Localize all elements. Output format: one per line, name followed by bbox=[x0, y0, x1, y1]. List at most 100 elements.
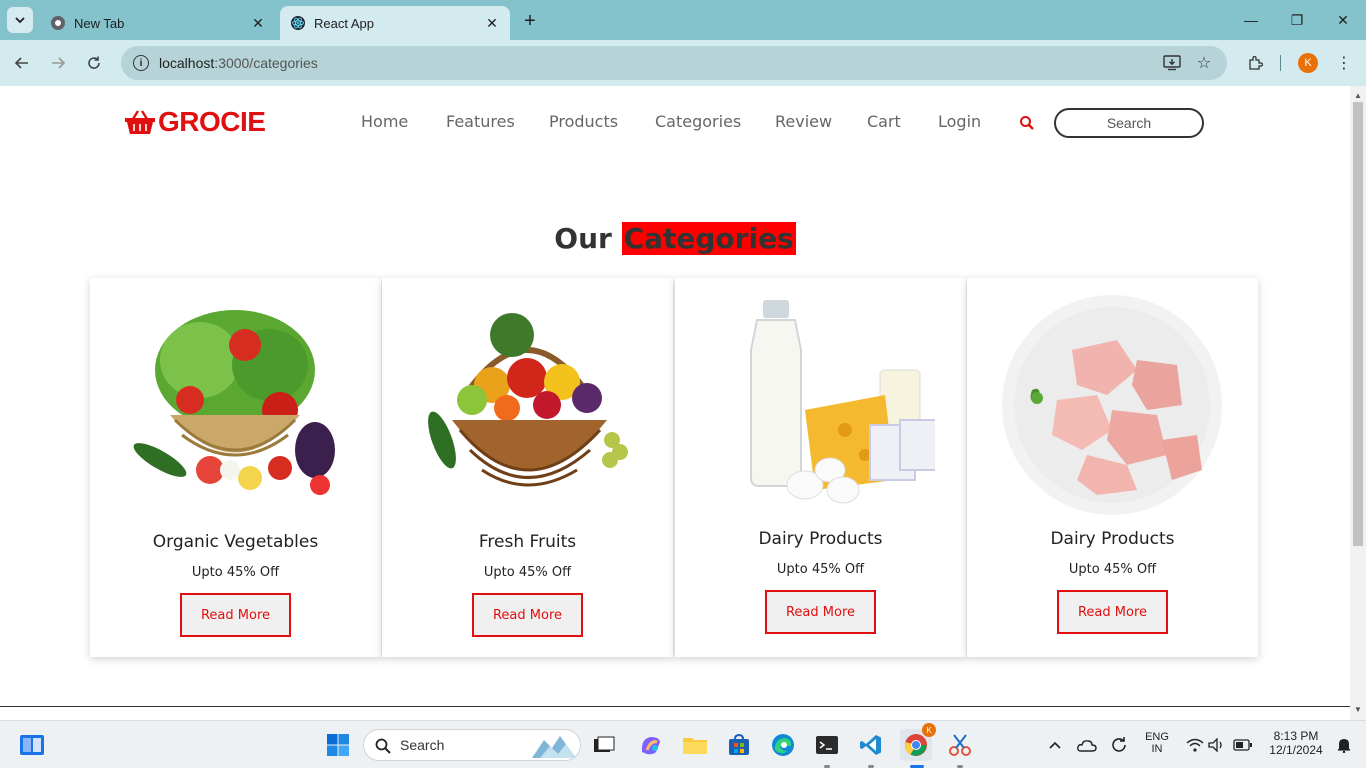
vegetables-basket-image bbox=[133, 310, 335, 495]
minimize-icon[interactable]: — bbox=[1239, 8, 1263, 32]
terminal-icon[interactable] bbox=[813, 731, 841, 759]
tab-new-tab[interactable]: New Tab ✕ bbox=[40, 6, 276, 40]
forward-arrow-icon[interactable] bbox=[44, 49, 72, 77]
page-viewport: GROCIE Home Features Products Categories… bbox=[0, 86, 1350, 720]
copilot-icon[interactable] bbox=[637, 731, 665, 759]
nav-features[interactable]: Features bbox=[446, 112, 515, 131]
input-language[interactable]: ENG IN bbox=[1138, 731, 1176, 755]
tab-title: New Tab bbox=[74, 15, 125, 31]
category-offer: Upto 45% Off bbox=[191, 565, 280, 580]
site-header: GROCIE Home Features Products Categories… bbox=[0, 86, 1350, 158]
page-scrollbar[interactable]: ▲ ▼ bbox=[1350, 86, 1366, 720]
nav-categories[interactable]: Categories bbox=[655, 112, 741, 131]
scrollbar-thumb[interactable] bbox=[1353, 102, 1363, 546]
notifications-icon[interactable] bbox=[1330, 731, 1358, 759]
category-name: Organic Vegetables bbox=[152, 532, 319, 552]
tab-react-app[interactable]: React App ✕ bbox=[280, 6, 510, 40]
profile-avatar[interactable]: K bbox=[1298, 53, 1318, 73]
volume-icon[interactable] bbox=[1203, 731, 1231, 759]
edge-browser-icon[interactable] bbox=[769, 731, 797, 759]
chevron-down-icon bbox=[15, 17, 25, 24]
windows-taskbar: Search K ENG IN 8:13 PM 12/1/2024 bbox=[0, 720, 1366, 768]
section-divider bbox=[0, 706, 1350, 707]
close-tab-icon[interactable]: ✕ bbox=[484, 15, 500, 31]
language-code: ENG bbox=[1145, 731, 1169, 743]
scroll-down-icon[interactable]: ▼ bbox=[1354, 706, 1362, 714]
reload-icon[interactable] bbox=[80, 49, 108, 77]
nav-review[interactable]: Review bbox=[775, 112, 832, 131]
toolbar-divider bbox=[1280, 55, 1281, 71]
clock-time: 8:13 PM bbox=[1273, 729, 1319, 743]
chrome-icon bbox=[50, 15, 66, 31]
search-icon[interactable] bbox=[1019, 115, 1035, 131]
category-name: Dairy Products bbox=[1050, 529, 1175, 549]
vscode-icon[interactable] bbox=[857, 731, 885, 759]
windows-start-icon[interactable] bbox=[324, 731, 352, 759]
back-arrow-icon[interactable] bbox=[8, 49, 36, 77]
nav-cart[interactable]: Cart bbox=[867, 112, 901, 131]
logo-text: GROCIE bbox=[158, 106, 266, 137]
scroll-up-icon[interactable]: ▲ bbox=[1354, 92, 1362, 100]
site-logo[interactable]: GROCIE bbox=[124, 106, 266, 138]
section-title-plain: Our bbox=[554, 222, 612, 255]
category-card: Fresh Fruits Upto 45% Off Read More bbox=[382, 278, 673, 657]
nav-home[interactable]: Home bbox=[361, 112, 408, 131]
search-icon bbox=[375, 738, 391, 754]
extensions-icon[interactable] bbox=[1243, 51, 1267, 75]
section-title-highlight: Categories bbox=[621, 222, 796, 255]
taskbar-search-label: Search bbox=[400, 737, 445, 753]
close-tab-icon[interactable]: ✕ bbox=[250, 15, 266, 31]
close-window-icon[interactable]: ✕ bbox=[1331, 8, 1355, 32]
read-more-button[interactable]: Read More bbox=[472, 593, 583, 637]
onedrive-sync-icon[interactable] bbox=[1073, 731, 1101, 759]
read-more-button[interactable]: Read More bbox=[765, 590, 876, 634]
fruit-basket-image bbox=[428, 313, 628, 487]
new-tab-button[interactable]: + bbox=[518, 10, 542, 34]
tab-search-button[interactable] bbox=[7, 7, 33, 33]
url-host: localhost bbox=[159, 55, 215, 71]
milk-cheese-eggs-image bbox=[750, 300, 935, 504]
category-offer: Upto 45% Off bbox=[483, 565, 572, 580]
category-card: Dairy Products Upto 45% Off Read More bbox=[675, 278, 966, 657]
category-offer: Upto 45% Off bbox=[776, 562, 865, 577]
taskbar-search-box[interactable]: Search bbox=[363, 729, 581, 761]
category-name: Dairy Products bbox=[758, 529, 883, 549]
read-more-button[interactable]: Read More bbox=[1057, 590, 1168, 634]
region-code: IN bbox=[1151, 743, 1163, 755]
browser-toolbar: i localhost:3000/categories ☆ K ⋮ bbox=[0, 40, 1366, 86]
site-info-icon[interactable]: i bbox=[133, 55, 149, 71]
category-card: Dairy Products Upto 45% Off Read More bbox=[967, 278, 1258, 657]
category-name: Fresh Fruits bbox=[478, 532, 577, 552]
snipping-tool-icon[interactable] bbox=[946, 731, 974, 759]
section-title: Our Categories bbox=[0, 222, 1350, 255]
chrome-profile-badge: K bbox=[922, 723, 936, 737]
shopping-basket-icon bbox=[125, 110, 155, 134]
clock-date: 12/1/2024 bbox=[1269, 743, 1323, 757]
url-path: :3000/categories bbox=[214, 55, 318, 71]
nav-products[interactable]: Products bbox=[549, 112, 618, 131]
microsoft-store-icon[interactable] bbox=[725, 731, 753, 759]
more-menu-icon[interactable]: ⋮ bbox=[1332, 51, 1356, 75]
search-highlight-icon bbox=[532, 736, 576, 758]
site-search-input[interactable]: Search bbox=[1054, 108, 1204, 138]
raw-chicken-plate-image bbox=[1002, 295, 1222, 515]
react-icon bbox=[290, 15, 306, 31]
widgets-icon[interactable] bbox=[18, 731, 46, 759]
category-card: Organic Vegetables Upto 45% Off Read Mor… bbox=[90, 278, 381, 657]
task-view-icon[interactable] bbox=[590, 731, 618, 759]
install-app-icon[interactable] bbox=[1160, 51, 1184, 75]
sync-icon[interactable] bbox=[1105, 731, 1133, 759]
clock[interactable]: 8:13 PM 12/1/2024 bbox=[1262, 729, 1330, 757]
category-offer: Upto 45% Off bbox=[1068, 562, 1157, 577]
file-explorer-icon[interactable] bbox=[681, 731, 709, 759]
chrome-taskbar-icon[interactable]: K bbox=[900, 723, 936, 761]
read-more-button[interactable]: Read More bbox=[180, 593, 291, 637]
restore-icon[interactable]: ❐ bbox=[1285, 8, 1309, 32]
show-hidden-icons-chevron[interactable] bbox=[1041, 731, 1069, 759]
tab-title: React App bbox=[314, 15, 374, 31]
battery-icon[interactable] bbox=[1229, 731, 1257, 759]
address-bar[interactable]: i localhost:3000/categories bbox=[121, 46, 1227, 80]
bookmark-star-icon[interactable]: ☆ bbox=[1192, 51, 1216, 75]
browser-tab-strip: New Tab ✕ React App ✕ + — ❐ ✕ bbox=[0, 0, 1366, 40]
nav-login[interactable]: Login bbox=[938, 112, 981, 131]
